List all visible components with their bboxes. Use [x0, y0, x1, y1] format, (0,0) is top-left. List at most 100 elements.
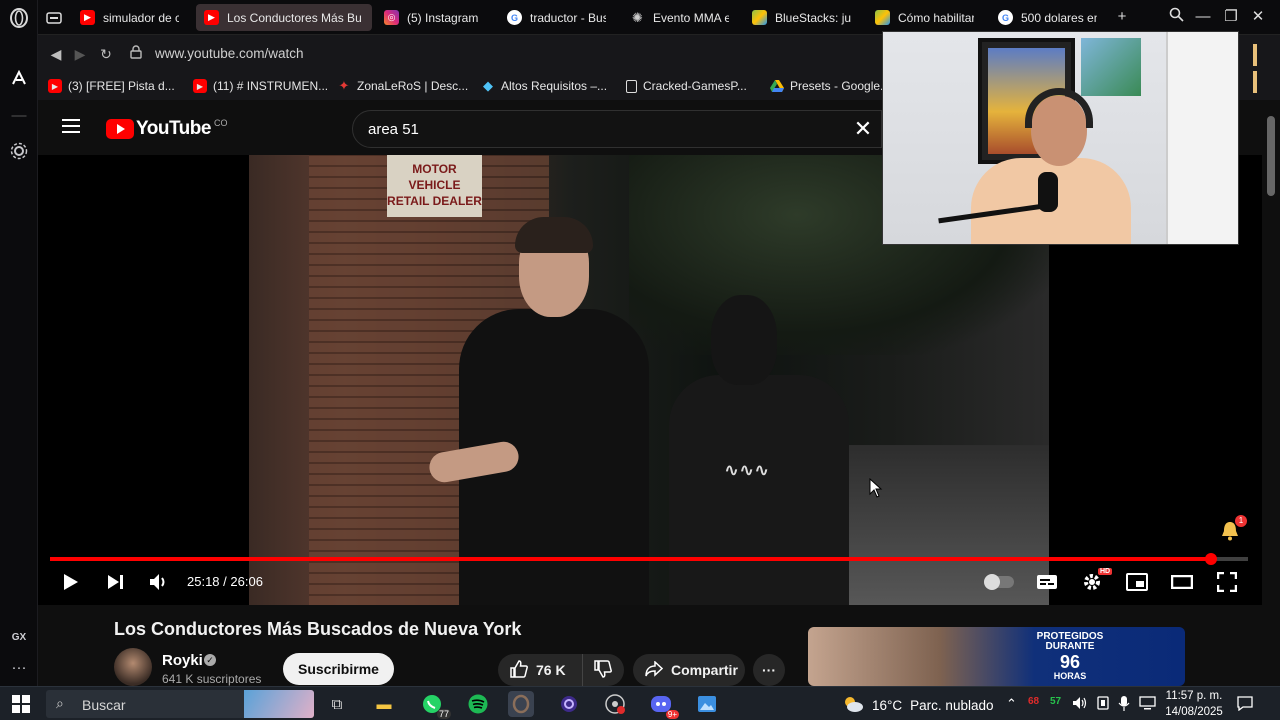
avatar[interactable] [114, 648, 152, 686]
tab-7[interactable]: Cómo habilitar [867, 4, 982, 31]
obs-recording-icon[interactable] [602, 691, 628, 717]
scrubber-handle[interactable] [1204, 553, 1217, 565]
tab-label: (5) Instagram [407, 10, 479, 25]
search-query: area 51 [368, 121, 419, 138]
search-input[interactable]: area 51 ✕ [352, 110, 882, 148]
fullscreen-icon[interactable] [1214, 569, 1240, 595]
share-button[interactable]: Compartir [633, 654, 745, 686]
whatsapp-icon[interactable]: 77 [419, 691, 451, 719]
tab-islands-icon[interactable] [40, 4, 70, 31]
notification-count: 1 [1235, 515, 1247, 527]
bookmark-6[interactable]: Presets - Google... [770, 77, 890, 95]
aria-icon[interactable] [9, 69, 29, 90]
tab-8[interactable]: G 500 dolares en [990, 4, 1105, 31]
notification-bell[interactable]: 1 [1219, 515, 1247, 544]
like-button[interactable]: 76 K [498, 654, 583, 686]
device-icon[interactable] [1096, 696, 1110, 713]
weather-widget[interactable]: 16°C Parc. nublado [842, 695, 993, 716]
tab-1[interactable]: ▶ simulador de c [72, 4, 187, 31]
lock-icon[interactable] [126, 44, 146, 64]
miniplayer-icon[interactable] [1124, 569, 1150, 595]
bookmark-3[interactable]: ✦ ZonaLeRoS | Desc... [337, 77, 469, 95]
shelf [1166, 32, 1238, 244]
bookmark-4[interactable]: ◆ Altos Requisitos –... [481, 77, 607, 95]
speaker-icon[interactable] [1072, 696, 1088, 713]
bluestacks-favicon-icon [752, 10, 767, 25]
reload-icon[interactable]: ↻ [96, 44, 116, 64]
total-time: 26:06 [230, 574, 263, 589]
separator-icon: — [11, 107, 27, 124]
current-time: 25:18 [187, 574, 220, 589]
opera-logo-icon[interactable] [9, 8, 29, 28]
clock[interactable]: 11:57 p. m. 14/08/2025 [1164, 687, 1224, 720]
temperature: 16°C [872, 698, 903, 713]
next-button[interactable] [103, 569, 129, 595]
taskbar-search-input[interactable]: ⌕ Buscar [46, 690, 314, 718]
network-icon[interactable] [1139, 696, 1156, 713]
minimize-icon[interactable]: — [1193, 7, 1213, 27]
bookmark-label: Altos Requisitos –... [501, 79, 608, 93]
bookmark-2[interactable]: ▶ (11) # INSTRUMEN... [193, 77, 328, 95]
progress-bar[interactable] [50, 553, 1248, 565]
spotify-icon[interactable] [465, 691, 491, 717]
tray-expand-icon[interactable]: ⌃ [1006, 696, 1017, 712]
youtube-logo[interactable]: YouTube CO [106, 118, 227, 140]
ad-line-2: DURANTE [1045, 641, 1095, 652]
task-view-icon[interactable]: ⧉ [324, 691, 350, 717]
app-circle-icon[interactable] [556, 691, 582, 717]
photos-app-icon[interactable] [694, 691, 720, 717]
new-tab-icon[interactable]: + [1112, 7, 1132, 27]
share-label: Compartir [671, 662, 738, 678]
tab-6[interactable]: BlueStacks: jue [744, 4, 859, 31]
more-actions-button[interactable]: ··· [753, 654, 785, 686]
ad-banner[interactable]: PROTEGIDOS DURANTE 96 HORAS [808, 627, 1185, 686]
theater-mode-icon[interactable] [1169, 569, 1195, 595]
bookmark-5[interactable]: Cracked-GamesP... [626, 77, 747, 95]
channel-name[interactable]: Royki [162, 652, 203, 669]
close-window-icon[interactable]: ✕ [1248, 7, 1268, 27]
search-icon: ⌕ [56, 695, 64, 711]
file-explorer-icon[interactable]: ▬ [371, 691, 397, 717]
page-bookmark-icon [626, 79, 637, 93]
tab-3[interactable]: ◎ (5) Instagram [376, 4, 491, 31]
sidebar-more-icon[interactable]: ··· [9, 658, 29, 678]
opera-gx-taskbar-icon[interactable] [508, 691, 534, 717]
wall-art [1081, 38, 1141, 96]
tab-5[interactable]: ✺ Evento MMA e [622, 4, 737, 31]
search-tabs-icon[interactable] [1166, 7, 1186, 27]
microphone-tray-icon[interactable] [1118, 696, 1130, 714]
autoplay-toggle[interactable] [984, 574, 1014, 590]
thumbs-up-icon [510, 659, 528, 681]
tab-4[interactable]: G traductor - Bus [499, 4, 614, 31]
time-display: 25:18 / 26:06 [187, 574, 263, 589]
forward-icon[interactable]: ▶ [70, 44, 90, 64]
tab-2-active[interactable]: ▶ Los Conductores Más Bu [196, 4, 372, 31]
discord-icon[interactable]: 9+ [648, 691, 679, 719]
url-field[interactable]: www.youtube.com/watch [155, 46, 304, 61]
dislike-button[interactable] [583, 659, 623, 681]
subscribe-button[interactable]: Suscribirme [283, 653, 394, 685]
youtube-favicon-icon: ▶ [204, 10, 219, 25]
google-favicon-icon: G [507, 10, 522, 25]
altos-requisitos-bookmark-icon: ◆ [483, 78, 493, 93]
back-icon[interactable]: ◀ [46, 44, 66, 64]
windows-start-icon[interactable] [12, 695, 30, 713]
gx-control-icon[interactable] [9, 142, 29, 162]
maximize-icon[interactable]: ❐ [1221, 7, 1241, 27]
bookmark-label: Presets - Google... [790, 79, 891, 93]
verified-check-icon: ✓ [204, 654, 216, 666]
youtube-bookmark-icon: ▶ [193, 79, 207, 93]
clock-date: 14/08/2025 [1165, 706, 1223, 718]
menu-icon[interactable] [62, 119, 80, 133]
partly-cloudy-icon [842, 695, 864, 716]
subtitles-button[interactable] [1034, 569, 1060, 595]
scrollbar-thumb[interactable] [1267, 116, 1275, 196]
notifications-icon[interactable] [1237, 696, 1253, 714]
gx-label[interactable]: GX [9, 628, 29, 648]
volume-button[interactable] [146, 569, 172, 595]
bookmark-1[interactable]: ▶ (3) [FREE] Pista d... [48, 77, 175, 95]
play-button[interactable] [58, 569, 84, 595]
page-scrollbar[interactable] [1262, 100, 1280, 686]
search-highlight-art [244, 690, 314, 718]
clear-search-icon[interactable]: ✕ [851, 117, 875, 141]
